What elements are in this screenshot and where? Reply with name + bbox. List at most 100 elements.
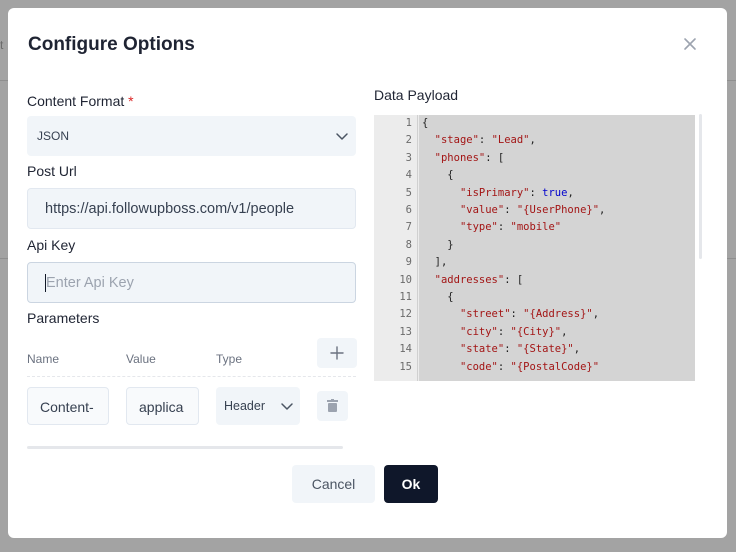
code-line: "stage": "Lead",: [422, 134, 536, 146]
code-token: {: [422, 117, 429, 129]
parameter-type-value: Header: [224, 399, 265, 413]
code-token: "addresses": [434, 273, 505, 286]
ok-button[interactable]: Ok: [384, 465, 438, 503]
code-token: "type": [459, 221, 498, 234]
code-token: "isPrimary": [459, 186, 530, 199]
code-token: "street": [459, 308, 511, 321]
code-token: "city": [459, 325, 498, 338]
column-header-type: Type: [216, 352, 243, 366]
content-format-select[interactable]: JSON: [27, 116, 356, 156]
api-key-input[interactable]: Enter Api Key: [27, 262, 356, 303]
line-number: 5: [405, 186, 412, 199]
code-area[interactable]: { "stage": "Lead", "phones": [ { "isPrim…: [419, 115, 695, 381]
code-token: "{PostalCode}": [510, 360, 600, 373]
code-token: :: [510, 308, 524, 321]
code-token: "mobile": [510, 221, 562, 234]
code-token: :: [497, 360, 511, 373]
line-number: 3: [405, 151, 412, 164]
code-line: "street": "{Address}",: [422, 308, 599, 320]
code-token: :: [504, 204, 517, 216]
code-line: {: [422, 117, 428, 129]
code-token: {: [422, 291, 454, 303]
line-number: 13: [399, 325, 412, 338]
code-line: ],: [422, 256, 448, 269]
add-parameter-button[interactable]: [317, 338, 357, 368]
data-payload-label: Data Payload: [374, 87, 459, 103]
line-number: 2: [405, 134, 412, 147]
code-token: ],: [422, 256, 448, 269]
code-token: ,: [567, 186, 574, 199]
code-token: ,: [592, 308, 600, 321]
line-number: 9: [405, 256, 412, 269]
vertical-scrollbar[interactable]: [699, 114, 702, 259]
code-token: }: [422, 238, 454, 251]
data-payload-editor[interactable]: 1 2 3 4 5 6 7 8 9 10 11 12 13 14 15 { "stage": "Lead",…: [374, 115, 695, 381]
code-token: :: [497, 221, 511, 234]
code-token: :: [478, 134, 492, 147]
code-line: "addresses": [: [422, 273, 524, 286]
code-line: "isPrimary": true,: [422, 187, 574, 199]
code-token: : [: [504, 273, 524, 286]
parameter-name-value: Content-: [40, 399, 94, 415]
code-token: "{Address}": [523, 308, 593, 321]
line-number: 6: [405, 204, 412, 216]
parameter-type-select[interactable]: Header: [216, 387, 300, 425]
code-line: "phones": [: [422, 151, 505, 164]
line-number: 11: [399, 291, 412, 303]
line-number-gutter: 1 2 3 4 5 6 7 8 9 10 11 12 13 14 15: [374, 115, 418, 381]
code-line: }: [422, 238, 454, 251]
code-token: "state": [459, 343, 505, 356]
configure-options-modal: Configure Options Content Format * JSON …: [8, 8, 727, 538]
code-token: ,: [573, 343, 581, 356]
line-number: 4: [405, 169, 412, 182]
background-text: t: [0, 38, 4, 52]
code-token: "phones": [434, 151, 486, 164]
chevron-down-icon: [335, 129, 349, 143]
post-url-input[interactable]: https://api.followupboss.com/v1/people: [27, 188, 356, 229]
close-button[interactable]: [680, 34, 700, 54]
line-number: 1: [405, 117, 412, 129]
code-line: {: [422, 291, 454, 303]
delete-parameter-button[interactable]: [317, 391, 348, 421]
content-format-value: JSON: [37, 129, 70, 143]
trash-icon: [327, 399, 338, 412]
code-token: "Lead": [491, 134, 530, 147]
close-icon: [684, 38, 696, 50]
code-line: "state": "{State}",: [422, 343, 580, 355]
code-token: {: [422, 169, 454, 182]
parameters-label: Parameters: [27, 310, 100, 326]
parameter-value-value: applica: [139, 399, 184, 415]
post-url-label: Post Url: [27, 163, 77, 179]
code-token: "{City}": [510, 325, 562, 338]
line-number: 8: [405, 238, 412, 251]
line-number: 14: [399, 343, 412, 356]
code-token: ,: [561, 325, 568, 338]
code-line: "city": "{City}",: [422, 325, 568, 338]
horizontal-scrollbar[interactable]: [27, 446, 343, 449]
parameter-name-input[interactable]: Content-: [27, 387, 109, 425]
chevron-down-icon: [280, 399, 294, 413]
code-token: "{UserPhone}": [516, 204, 600, 216]
code-token: ,: [599, 204, 606, 216]
code-token: :: [497, 325, 511, 338]
line-number: 15: [399, 360, 412, 373]
parameter-value-input[interactable]: applica: [126, 387, 199, 425]
code-token: true: [542, 186, 568, 199]
code-line: "code": "{PostalCode}": [422, 361, 599, 373]
code-token: :: [529, 186, 543, 199]
cancel-button[interactable]: Cancel: [292, 465, 375, 503]
post-url-value: https://api.followupboss.com/v1/people: [45, 201, 295, 217]
required-marker: *: [128, 93, 134, 109]
code-token: "code": [459, 360, 498, 373]
plus-icon: [330, 346, 344, 360]
modal-title: Configure Options: [28, 34, 195, 55]
code-line: "value": "{UserPhone}",: [422, 204, 605, 216]
